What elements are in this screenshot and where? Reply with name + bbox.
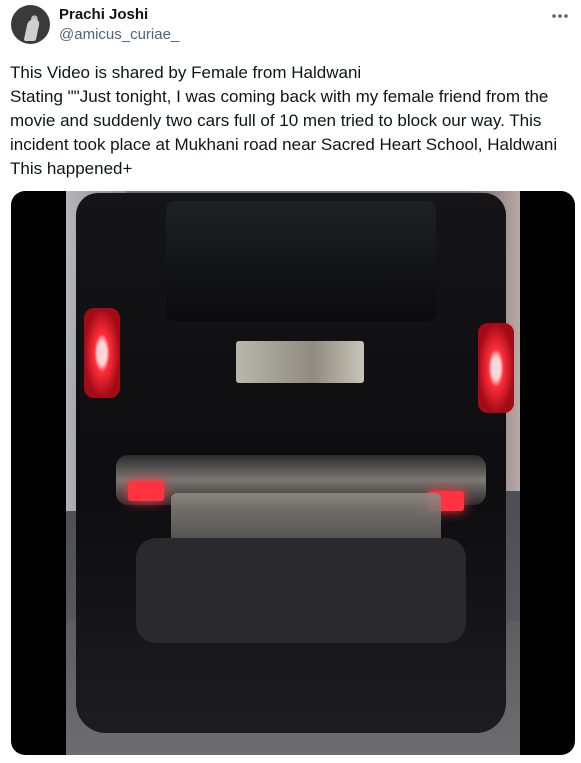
more-horizontal-icon[interactable] bbox=[549, 5, 571, 23]
suv-rear bbox=[76, 193, 514, 733]
suv-rear-window bbox=[166, 201, 436, 321]
right-tail-light bbox=[478, 323, 514, 413]
license-plate bbox=[236, 341, 364, 383]
author-avatar[interactable] bbox=[11, 5, 50, 44]
author-handle[interactable]: @amicus_curiae_ bbox=[59, 26, 179, 43]
left-reflector bbox=[128, 481, 164, 501]
author-display-name[interactable]: Prachi Joshi bbox=[59, 6, 148, 23]
left-tail-light bbox=[84, 308, 120, 398]
avatar-figure bbox=[23, 19, 41, 41]
under-car-shadow bbox=[136, 538, 466, 643]
video-frame bbox=[66, 191, 520, 755]
tweet-text: This Video is shared by Female from Hald… bbox=[10, 63, 558, 178]
tweet-video[interactable] bbox=[11, 191, 575, 755]
tweet-header: Prachi Joshi @amicus_curiae_ bbox=[11, 5, 571, 49]
